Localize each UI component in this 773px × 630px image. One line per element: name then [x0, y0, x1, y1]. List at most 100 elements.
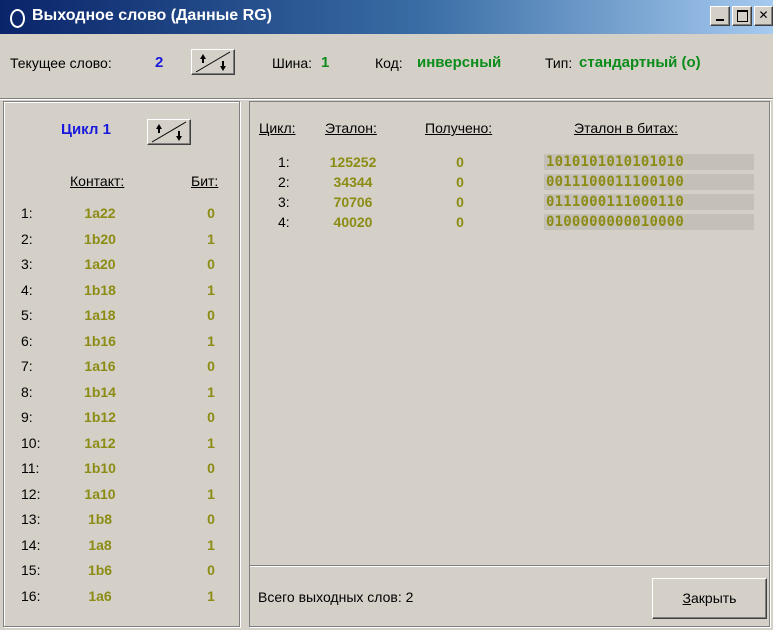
bit-value: 1: [207, 384, 215, 400]
bit-value: 0: [207, 511, 215, 527]
row-index: 11:: [21, 460, 40, 476]
current-word-value: 2: [155, 54, 164, 71]
header-status-row: Текущее слово: 2 Шина: 1 Код: инверсный …: [0, 34, 773, 98]
contact-value: 1b18: [84, 282, 116, 298]
close-button[interactable]: Закрыть: [652, 578, 767, 619]
reference-value: 125252: [329, 154, 377, 170]
bit-value: 0: [207, 409, 215, 425]
title-bar[interactable]: Выходное слово (Данные RG) ✕: [0, 0, 773, 34]
row-index: 12:: [21, 486, 41, 502]
row-index: 13:: [21, 511, 41, 527]
row-index: 5:: [21, 307, 33, 323]
contact-value: 1a10: [84, 486, 116, 502]
received-value: 0: [456, 154, 464, 170]
maximize-icon: [737, 10, 748, 22]
type-value: стандартный (о): [579, 54, 701, 71]
contact-column-header: Контакт:: [70, 173, 125, 189]
contact-value: 1b14: [84, 384, 116, 400]
up-down-arrows-icon: [151, 121, 187, 143]
code-value: инверсный: [417, 54, 502, 71]
bit-value: 1: [207, 537, 215, 553]
row-index: 7:: [21, 358, 33, 374]
cycle-column-header: Цикл:: [259, 120, 296, 136]
row-index: 10:: [21, 435, 41, 451]
row-index: 1:: [21, 205, 33, 221]
total-words-label: Всего выходных слов: 2: [258, 589, 414, 605]
bit-value: 1: [207, 231, 215, 247]
current-word-label: Текущее слово:: [10, 55, 112, 71]
contact-value: 1b10: [84, 460, 116, 476]
reference-value: 34344: [333, 174, 373, 190]
contact-value: 1a20: [84, 256, 116, 272]
up-down-arrows-icon: [195, 51, 231, 73]
contact-value: 1b12: [84, 409, 116, 425]
cycle-index: 3:: [278, 194, 290, 210]
reference-bits: 0011100011100100: [544, 174, 754, 190]
contact-value: 1a22: [84, 205, 116, 221]
received-value: 0: [456, 194, 464, 210]
row-index: 3:: [21, 256, 33, 272]
contact-value: 1b6: [87, 562, 113, 578]
contact-value: 1a18: [84, 307, 116, 323]
row-index: 16:: [21, 588, 41, 604]
row-index: 14:: [21, 537, 41, 553]
contact-value: 1a16: [84, 358, 116, 374]
current-word-spinner[interactable]: [191, 49, 235, 75]
maximize-button[interactable]: [732, 6, 752, 26]
bit-column-header: Бит:: [191, 173, 219, 189]
cycle-index: 4:: [278, 214, 290, 230]
cycle-spinner[interactable]: [147, 119, 191, 145]
bus-value: 1: [321, 54, 330, 71]
footer-separator: [250, 565, 769, 567]
row-index: 6:: [21, 333, 33, 349]
contact-value: 1a6: [88, 588, 112, 604]
type-label: Тип:: [545, 55, 573, 71]
output-word-window: Выходное слово (Данные RG) ✕ Текущее сло…: [0, 0, 773, 630]
code-label: Код:: [375, 55, 403, 71]
close-button-label: акрыть: [691, 590, 737, 606]
bit-value: 1: [207, 486, 215, 502]
bit-value: 1: [207, 588, 215, 604]
bit-value: 0: [207, 358, 215, 374]
close-button-accel: З: [682, 590, 691, 606]
header-separator: [0, 98, 773, 100]
bit-value: 1: [207, 333, 215, 349]
bit-value: 0: [207, 307, 215, 323]
row-index: 4:: [21, 282, 33, 298]
row-index: 8:: [21, 384, 33, 400]
reference-value: 70706: [333, 194, 373, 210]
reference-bits: 0100000000010000: [544, 214, 754, 230]
bit-value: 0: [207, 562, 215, 578]
app-icon: [10, 9, 25, 28]
cycle-index: 2:: [278, 174, 290, 190]
window-title: Выходное слово (Данные RG): [32, 7, 272, 24]
minimize-icon: [716, 19, 724, 21]
received-column-header: Получено:: [425, 120, 493, 136]
bus-label: Шина:: [272, 55, 313, 71]
reference-bits: 0111000111000110: [544, 194, 754, 210]
bit-value: 0: [207, 205, 215, 221]
contact-value: 1b16: [84, 333, 116, 349]
reference-value: 40020: [333, 214, 373, 230]
reference-column-header: Эталон:: [325, 120, 377, 136]
received-value: 0: [456, 214, 464, 230]
row-index: 9:: [21, 409, 33, 425]
bit-value: 0: [207, 256, 215, 272]
contact-value: 1b20: [84, 231, 116, 247]
row-index: 15:: [21, 562, 41, 578]
received-value: 0: [456, 174, 464, 190]
cycle-label: Цикл 1: [61, 121, 111, 138]
contact-value: 1a8: [88, 537, 112, 553]
bit-value: 1: [207, 282, 215, 298]
bit-value: 1: [207, 435, 215, 451]
row-index: 2:: [21, 231, 33, 247]
contact-value: 1a12: [84, 435, 116, 451]
minimize-button[interactable]: [710, 6, 730, 26]
bits-column-header: Эталон в битах:: [574, 120, 678, 136]
contact-value: 1b8: [87, 511, 113, 527]
close-icon: ✕: [758, 8, 769, 22]
reference-bits: 1010101010101010: [544, 154, 754, 170]
cycle-index: 1:: [278, 154, 290, 170]
close-window-button[interactable]: ✕: [754, 6, 773, 26]
bit-value: 0: [207, 460, 215, 476]
